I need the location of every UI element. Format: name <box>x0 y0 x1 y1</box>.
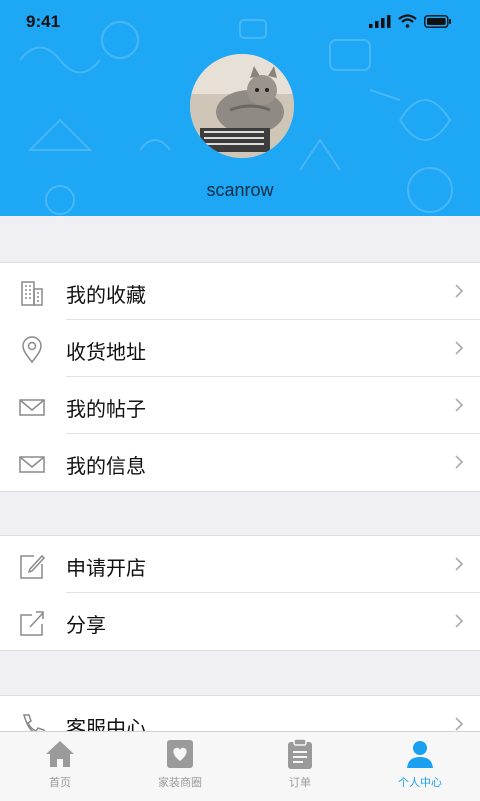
chevron-right-icon <box>455 614 464 628</box>
building-icon <box>21 281 43 306</box>
clipboard-icon <box>288 738 312 769</box>
tab-profile[interactable]: 个人中心 <box>360 738 480 790</box>
envelope-icon <box>19 456 45 473</box>
menu-item-label: 我的帖子 <box>66 397 146 421</box>
menu-item-open-store[interactable]: 申请开店 <box>0 536 480 593</box>
menu-item-address[interactable]: 收货地址 <box>0 320 480 377</box>
heart-card-icon <box>167 740 193 768</box>
wifi-icon <box>398 14 417 28</box>
menu-item-posts[interactable]: 我的帖子 <box>0 377 480 434</box>
location-pin-icon <box>22 336 42 364</box>
menu-item-label: 我的信息 <box>66 454 146 478</box>
status-bar: 9:41 <box>0 0 480 44</box>
menu-item-messages[interactable]: 我的信息 <box>0 434 480 491</box>
menu-group-1: 我的收藏 收货地址 我的帖子 我的信息 <box>0 262 480 492</box>
tab-label: 订单 <box>289 776 311 789</box>
menu-group-2: 申请开店 分享 <box>0 535 480 651</box>
menu-item-share[interactable]: 分享 <box>0 593 480 650</box>
chevron-right-icon <box>455 398 464 412</box>
tab-decor-circle[interactable]: 家装商圈 <box>120 738 240 790</box>
battery-icon <box>424 14 451 28</box>
tab-label: 家装商圈 <box>158 776 202 789</box>
edit-icon <box>20 554 46 579</box>
menu-item-label: 我的收藏 <box>66 283 146 307</box>
chevron-right-icon <box>455 455 464 469</box>
tab-label: 个人中心 <box>398 776 442 789</box>
signal-icon <box>369 14 391 28</box>
tab-label: 首页 <box>49 776 71 789</box>
chevron-right-icon <box>455 557 464 571</box>
chevron-right-icon <box>455 717 464 731</box>
username: scanrow <box>206 180 274 200</box>
home-icon <box>46 741 74 767</box>
avatar[interactable] <box>190 54 294 158</box>
envelope-icon <box>19 399 45 416</box>
tab-home[interactable]: 首页 <box>0 738 120 790</box>
chevron-right-icon <box>455 341 464 355</box>
menu-item-favorites[interactable]: 我的收藏 <box>0 263 480 320</box>
cat-photo-icon <box>190 54 294 158</box>
status-time: 9:41 <box>26 12 61 31</box>
chevron-right-icon <box>455 284 464 298</box>
profile-header: 9:41 scanrow <box>0 0 480 216</box>
menu-item-label: 收货地址 <box>66 340 146 364</box>
menu-item-label: 分享 <box>66 613 106 637</box>
tab-orders[interactable]: 订单 <box>240 738 360 790</box>
share-icon <box>20 611 44 636</box>
person-icon <box>407 741 433 768</box>
menu-item-label: 申请开店 <box>66 556 146 580</box>
tab-bar: 首页 家装商圈 订单 个人中心 <box>0 731 480 801</box>
